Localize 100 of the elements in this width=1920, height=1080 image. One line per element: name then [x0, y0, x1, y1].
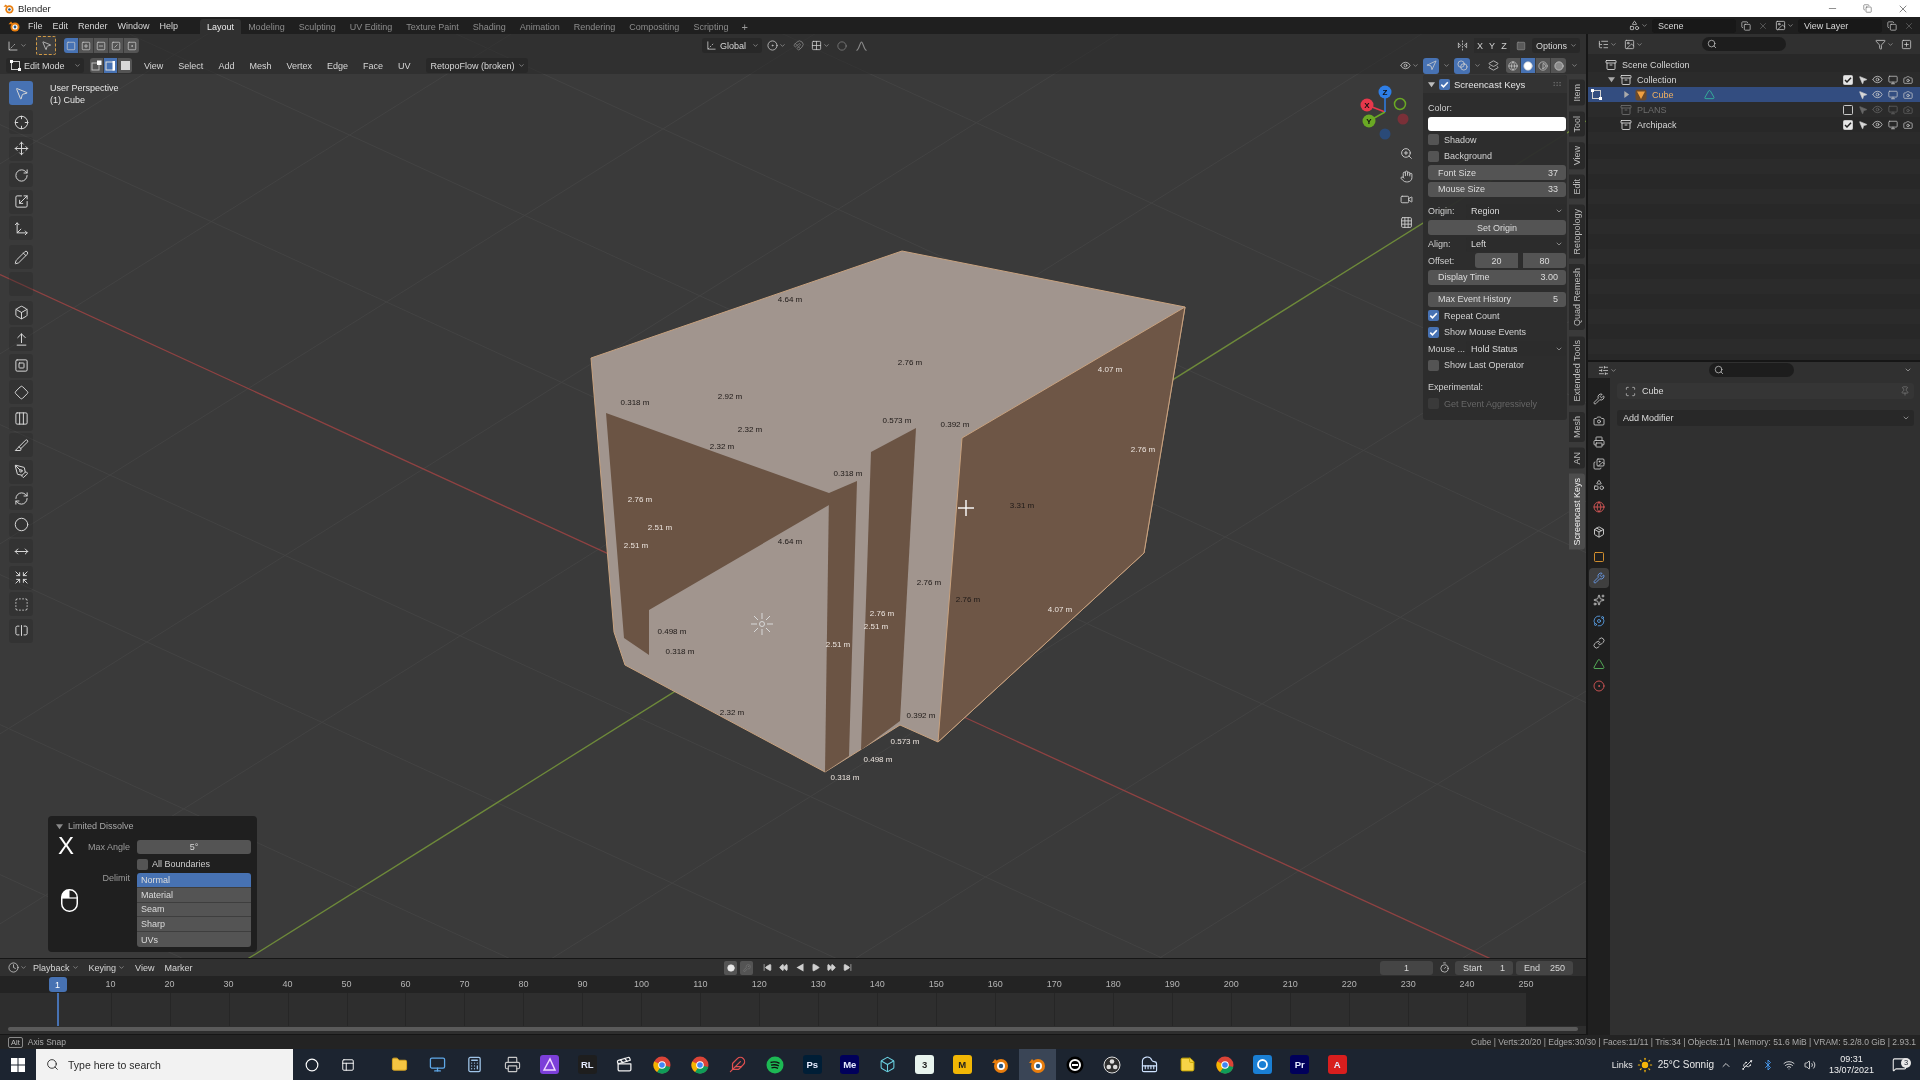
selection-op-button[interactable] — [64, 38, 79, 53]
workspace-tab[interactable]: Compositing — [622, 19, 687, 34]
checkbox-icon[interactable] — [1842, 119, 1853, 130]
number-field[interactable]: 80 — [1522, 253, 1566, 268]
snap-button[interactable] — [790, 37, 806, 54]
set-origin-button[interactable]: Set Origin — [1428, 220, 1566, 235]
axis-handle[interactable]: X — [1360, 98, 1374, 112]
checkbox[interactable]: Show Mouse Events — [1428, 324, 1566, 340]
sidebar-tab[interactable]: AN — [1569, 447, 1585, 469]
menu-item[interactable]: View — [138, 58, 170, 73]
taskbar-app-button[interactable]: RL — [568, 1049, 606, 1080]
workspace-tab[interactable]: Layout — [200, 19, 242, 34]
scene-name-field[interactable]: Scene — [1652, 18, 1736, 33]
menu-item[interactable]: Marker — [159, 960, 198, 975]
add-workspace-button[interactable]: + — [735, 19, 754, 34]
auto-keying-button[interactable] — [724, 960, 738, 975]
sidebar-tab[interactable]: Extended Tools — [1569, 336, 1585, 406]
clock[interactable]: 09:31 13/07/2021 — [1822, 1053, 1880, 1076]
new-view-layer-button[interactable] — [1885, 18, 1899, 33]
tool-button[interactable] — [9, 618, 33, 643]
view-layer-name-field[interactable]: View Layer — [1798, 18, 1882, 33]
sidebar-tab[interactable]: Mesh — [1569, 411, 1585, 442]
current-frame-field[interactable]: 1 — [1380, 960, 1433, 975]
selection-op-button[interactable] — [79, 38, 94, 53]
tool-button[interactable] — [9, 189, 33, 214]
axis-handle[interactable]: Z — [1378, 85, 1392, 99]
number-field[interactable]: Font Size 37 — [1428, 165, 1566, 180]
search-field[interactable]: Type here to search — [36, 1049, 293, 1080]
outliner-row[interactable]: Cube — [1588, 87, 1920, 102]
tool-button[interactable] — [9, 136, 33, 161]
scene-browse-button[interactable] — [1627, 18, 1649, 33]
taskbar-app-button[interactable]: Pr — [1281, 1049, 1319, 1080]
checkbox[interactable]: Show Last Operator — [1428, 357, 1566, 373]
checkbox-icon[interactable] — [1842, 104, 1853, 115]
axis-handle[interactable] — [1379, 128, 1391, 140]
taskbar-app-button[interactable]: Ps — [793, 1049, 831, 1080]
checkbox[interactable]: All Boundaries — [137, 857, 211, 871]
tool-button[interactable] — [9, 327, 33, 351]
select-mode-button[interactable] — [118, 58, 132, 73]
new-scene-button[interactable] — [1739, 18, 1753, 33]
editor-type-button[interactable] — [6, 959, 28, 976]
menu-dropdown[interactable]: Keying — [83, 960, 131, 975]
color-swatch[interactable] — [1428, 116, 1566, 131]
number-field[interactable]: 20 — [1475, 253, 1518, 268]
checkbox[interactable]: Shadow — [1428, 132, 1566, 147]
workspace-tab[interactable]: UV Editing — [342, 19, 400, 34]
sidebar-tab[interactable]: Quad Remesh — [1569, 264, 1585, 331]
taskbar-app-button[interactable] — [1018, 1049, 1056, 1080]
number-field[interactable]: Mouse Size 33 — [1428, 181, 1566, 197]
axis-handle[interactable]: Y — [1362, 114, 1376, 128]
disclosure-triangle-icon[interactable] — [1623, 91, 1630, 98]
selection-op-button[interactable] — [124, 38, 139, 53]
delimit-option[interactable]: UVs — [137, 932, 251, 947]
tool-button[interactable] — [9, 380, 33, 404]
tool-button[interactable] — [9, 245, 33, 269]
angle-field[interactable]: 5° — [137, 840, 251, 854]
axis-handle[interactable] — [1397, 113, 1409, 125]
taskbar-app-button[interactable]: A — [1318, 1049, 1356, 1080]
tool-button[interactable] — [9, 433, 33, 457]
taskbar-app-button[interactable]: M — [943, 1049, 981, 1080]
workspace-tab[interactable]: Scripting — [686, 19, 736, 34]
menu-item[interactable]: Mesh — [243, 58, 278, 73]
menu-item[interactable]: Help — [154, 18, 184, 33]
menu-item[interactable]: Window — [112, 18, 155, 33]
menu-item[interactable]: Render — [73, 18, 113, 33]
search-field[interactable] — [1709, 363, 1794, 377]
disclosure-triangle-icon[interactable] — [1608, 76, 1615, 83]
workspace-tab[interactable]: Modeling — [241, 19, 292, 34]
sidebar-tab[interactable]: Retopology — [1569, 204, 1585, 259]
sidebar-tab[interactable]: View — [1569, 142, 1585, 170]
workspace-tab[interactable]: Rendering — [566, 19, 623, 34]
links-toolbar-button[interactable]: Links — [1611, 1049, 1633, 1080]
playhead-line[interactable] — [56, 993, 59, 1026]
number-field[interactable]: Max Event History 5 — [1428, 291, 1566, 307]
workspace-tab[interactable]: Shading — [465, 19, 513, 34]
menu-item[interactable]: Edge — [320, 58, 354, 73]
tool-button[interactable] — [9, 406, 33, 431]
tool-button[interactable] — [9, 459, 33, 484]
sidebar-tab[interactable]: Screencast Keys — [1569, 474, 1585, 550]
end-frame-field[interactable]: End 250 — [1516, 960, 1573, 975]
menu-dropdown[interactable]: Playback — [28, 960, 84, 975]
menu-item[interactable]: Face — [356, 58, 389, 73]
sidebar-tab[interactable]: Tool — [1569, 111, 1585, 137]
addon-menu-dropdown[interactable]: RetopoFlow (broken) — [426, 58, 528, 73]
selection-op-button[interactable] — [94, 38, 109, 53]
mode-dropdown[interactable]: Edit Mode — [6, 58, 84, 73]
menu-item[interactable]: Vertex — [280, 58, 318, 73]
tool-button[interactable] — [9, 216, 33, 240]
tool-button[interactable] — [9, 565, 33, 590]
menu-item[interactable]: Select — [172, 58, 210, 73]
start-frame-field[interactable]: Start 1 — [1455, 960, 1513, 975]
tool-button[interactable] — [9, 300, 33, 325]
axis-handle[interactable] — [1393, 97, 1407, 111]
menu-item[interactable]: Edit — [47, 18, 74, 33]
sidebar-tab[interactable]: Item — [1569, 80, 1585, 106]
delimit-option[interactable]: Normal — [137, 873, 251, 888]
checkbox[interactable]: Repeat Count — [1428, 308, 1566, 323]
tool-button[interactable] — [9, 486, 33, 510]
view-layer-browse-button[interactable] — [1773, 18, 1795, 33]
viewport-toggle-button[interactable] — [1485, 57, 1501, 74]
